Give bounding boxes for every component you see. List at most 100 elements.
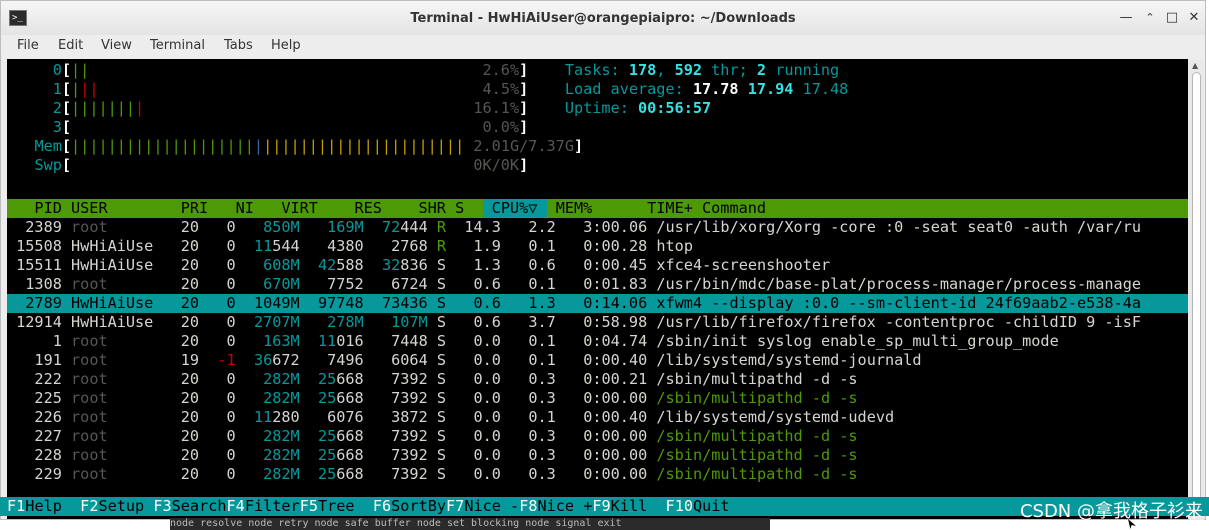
scrollbar[interactable]: ▲ ▼	[1189, 60, 1204, 520]
scroll-up-icon[interactable]: ▲	[1192, 61, 1198, 70]
tasks-count: 178	[628, 61, 657, 79]
cpu-cell: 0.6	[455, 275, 501, 293]
fkey-label[interactable]: Search	[171, 497, 227, 515]
time-cell: 0:00.00	[564, 446, 648, 464]
fkey-f7[interactable]: F7	[446, 497, 464, 515]
meter-label: 3	[34, 118, 62, 136]
pid-cell: 15511	[7, 256, 62, 274]
process-row[interactable]: 15508 HwHiAiUse 20 0 11544 4380 2768 R 1…	[7, 237, 1188, 256]
column-header: RES	[327, 199, 392, 217]
command-cell: /usr/lib/xorg/Xorg -core :0 -seat seat0 …	[656, 218, 1142, 236]
bracket: [	[61, 61, 72, 79]
pid-cell: 222	[7, 370, 62, 388]
shade-icon[interactable]: ⌃	[1141, 9, 1159, 27]
fkey-f9[interactable]: F9	[592, 497, 610, 515]
user-cell: root	[71, 389, 154, 407]
meter-label: Swp	[34, 156, 62, 174]
column-header: MEM%	[546, 199, 602, 217]
time-cell: 0:00.45	[564, 256, 648, 274]
fkey-label[interactable]: Help	[25, 497, 81, 515]
process-row[interactable]: 229 root 20 0 282M 25668 7392 S 0.0 0.3 …	[7, 465, 1188, 484]
menu-edit[interactable]: Edit	[58, 38, 83, 53]
fkey-f8[interactable]: F8	[519, 497, 537, 515]
process-row[interactable]: 222 root 20 0 282M 25668 7392 S 0.0 0.3 …	[7, 370, 1188, 389]
state-cell: S	[436, 427, 447, 445]
cell-hi: 42	[317, 256, 337, 274]
menu-view[interactable]: View	[101, 38, 132, 53]
menu-terminal[interactable]: Terminal	[150, 38, 205, 53]
bracket: [	[61, 156, 72, 174]
process-row[interactable]: 1 root 20 0 163M 11016 7448 S 0.0 0.1 0:…	[7, 332, 1188, 351]
column-header: TIME+	[601, 199, 703, 217]
fkey-f6[interactable]: F6	[373, 497, 391, 515]
minimize-icon[interactable]: —	[1117, 9, 1135, 27]
maximize-icon[interactable]: □	[1163, 9, 1181, 27]
cell: 278M	[327, 313, 364, 331]
pri-cell: 20	[171, 237, 200, 255]
command-cell: /usr/bin/mdc/base-plat/process-manager/p…	[656, 275, 1141, 293]
user-cell: root	[71, 275, 154, 293]
process-row[interactable]: 2389 root 20 0 850M 169M 72444 R 14.3 2.…	[7, 218, 1188, 237]
menu-help[interactable]: Help	[271, 38, 301, 53]
cpu-meter-1: 1[||| 4.5%] Load average: 17.78 17.94 17…	[7, 80, 1188, 99]
fkey-f5[interactable]: F5	[300, 497, 318, 515]
fkey-label[interactable]: Setup	[98, 497, 154, 515]
process-row[interactable]: 15511 HwHiAiUse 20 0 608M 42588 32836 S …	[7, 256, 1188, 275]
pid-cell: 225	[7, 389, 62, 407]
process-row[interactable]: 227 root 20 0 282M 25668 7392 S 0.0 0.3 …	[7, 427, 1188, 446]
state-cell: S	[436, 294, 447, 312]
process-row[interactable]: 225 root 20 0 282M 25668 7392 S 0.0 0.3 …	[7, 389, 1188, 408]
running-label: running	[766, 61, 840, 79]
fkey-f4[interactable]: F4	[227, 497, 245, 515]
cpu-meter-0: 0[|| 2.6%] Tasks: 178, 592 thr; 2 runnin…	[7, 61, 1188, 80]
fkey-label[interactable]: Tree	[317, 497, 373, 515]
fkey-label[interactable]: Nice +	[537, 497, 593, 515]
process-row[interactable]: 191 root 19 -1 36672 7496 6064 S 0.0 0.1…	[7, 351, 1188, 370]
fkey-label[interactable]: Quit	[692, 497, 730, 515]
ni-cell: 0	[208, 275, 236, 293]
state-cell: S	[436, 256, 447, 274]
htop-terminal[interactable]: 0[|| 2.6%] Tasks: 178, 592 thr; 2 runnin…	[7, 59, 1188, 519]
meter-label: 2	[34, 99, 62, 117]
load-15: 17.48	[802, 80, 849, 98]
fkey-label[interactable]: Nice -	[464, 497, 520, 515]
cpu-cell: 1.9	[455, 237, 501, 255]
close-icon[interactable]: ✕	[1185, 9, 1203, 27]
process-row[interactable]: 12914 HwHiAiUse 20 0 2707M 278M 107M S 0…	[7, 313, 1188, 332]
user-cell: HwHiAiUse	[71, 313, 154, 331]
mem-cell: 3.7	[510, 313, 556, 331]
meter-value: 0K/0K	[473, 156, 520, 174]
fkey-f2[interactable]: F2	[80, 497, 98, 515]
pri-cell: 20	[171, 313, 200, 331]
cell: 282M	[263, 389, 300, 407]
cell-hi: 32	[382, 256, 401, 274]
menu-file[interactable]: File	[17, 38, 39, 53]
state-cell: S	[436, 351, 447, 369]
bracket: [	[61, 137, 72, 155]
cell: 7448	[391, 332, 428, 350]
process-row[interactable]: 228 root 20 0 282M 25668 7392 S 0.0 0.3 …	[7, 446, 1188, 465]
column-header: NI	[217, 199, 264, 217]
process-row[interactable]: 1308 root 20 0 670M 7752 6724 S 0.6 0.1 …	[7, 275, 1188, 294]
fkey-f1[interactable]: F1	[7, 497, 25, 515]
mem-cell: 2.2	[510, 218, 556, 236]
menu-tabs[interactable]: Tabs	[224, 38, 253, 53]
bracket: ]	[519, 118, 529, 136]
fkey-label[interactable]: SortBy	[391, 497, 447, 515]
cpu-cell: 0.0	[455, 332, 501, 350]
cell-hi: 72	[381, 218, 401, 236]
process-row[interactable]: 226 root 20 0 11280 6076 3872 S 0.0 0.1 …	[7, 408, 1188, 427]
mem-cell: 0.3	[510, 370, 556, 388]
meter-value: 4.5%	[482, 80, 520, 98]
time-cell: 0:00.00	[564, 465, 648, 483]
fkey-label[interactable]: Kill	[610, 497, 666, 515]
process-row[interactable]: 2789 HwHiAiUse 20 0 1049M 97748 73436 S …	[7, 294, 1188, 313]
fkey-f3[interactable]: F3	[153, 497, 171, 515]
time-cell: 0:14.06	[564, 294, 648, 312]
title-bar[interactable]: >_ Terminal - HwHiAiUser@orangepiaipro: …	[1, 1, 1205, 35]
scrollbar-thumb[interactable]	[1192, 72, 1201, 500]
fkey-f10[interactable]: F10	[666, 497, 693, 515]
window-title: Terminal - HwHiAiUser@orangepiaipro: ~/D…	[410, 11, 796, 26]
fkey-label[interactable]: Filter	[244, 497, 300, 515]
cell: 7392	[391, 389, 428, 407]
